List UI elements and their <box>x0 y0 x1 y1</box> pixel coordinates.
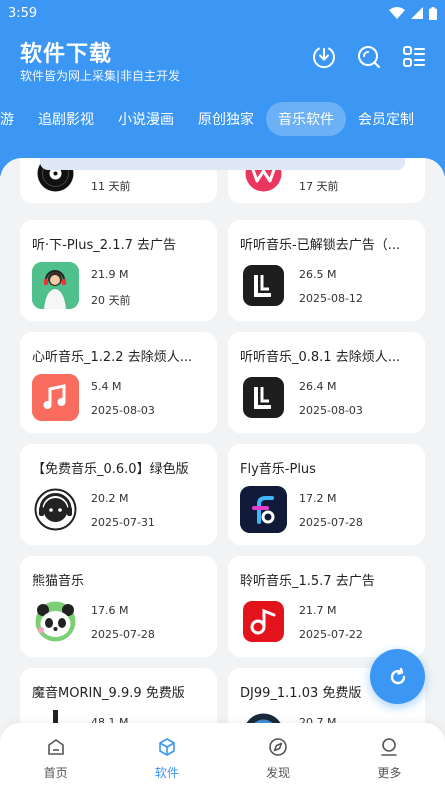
app-date: 2025-08-12 <box>299 292 363 305</box>
red-note-logo-icon <box>240 598 287 645</box>
status-bar: 3:59 <box>0 0 445 26</box>
battery-icon <box>429 6 437 20</box>
app-card[interactable]: 熊猫音乐 17.6 M 2025-07-28 <box>20 556 217 657</box>
app-name: 听听音乐_0.8.1 去除烦人... <box>240 350 401 365</box>
tab-novel-comic[interactable]: 小说漫画 <box>106 102 186 136</box>
app-header: 软件下载 软件皆为网上采集|非自主开发 游 追剧影视 小说漫画 原创独家 音乐软… <box>0 26 445 176</box>
nav-home[interactable]: 首页 <box>0 723 111 791</box>
refresh-button[interactable] <box>370 649 425 704</box>
app-name: 心听音乐_1.2.2 去除烦人... <box>32 350 193 365</box>
app-card[interactable]: 魔音MORIN_9.9.9 免费版 48.1 M <box>20 668 217 728</box>
page-subtitle: 软件皆为网上采集|非自主开发 <box>20 69 181 83</box>
app-card[interactable]: Fly音乐-Plus 17.2 M 2025-07-28 <box>228 444 425 545</box>
category-tabs: 游 追剧影视 小说漫画 原创独家 音乐软件 会员定制 <box>0 102 426 136</box>
app-date: 2025-07-28 <box>91 628 155 641</box>
app-size: 26.4 M <box>299 380 337 393</box>
nav-discover[interactable]: 发现 <box>223 723 334 791</box>
tab-original[interactable]: 原创独家 <box>186 102 266 136</box>
header-actions <box>311 44 427 70</box>
download-button[interactable] <box>311 44 337 70</box>
bottom-nav: 首页 软件 发现 更多 <box>0 723 445 791</box>
tab-vip[interactable]: 会员定制 <box>346 102 426 136</box>
app-date: 20 天前 <box>91 294 131 307</box>
app-size: 26.5 M <box>299 268 337 281</box>
cube-icon <box>159 738 175 756</box>
home-icon <box>47 739 64 755</box>
refresh-icon <box>390 667 405 684</box>
app-list-panel[interactable]: 11 天前 17 天前 听·下-Plus_2.1.7 去广告 21.9 M 20… <box>0 158 445 728</box>
compass-icon <box>269 738 287 756</box>
app-date: 2025-08-03 <box>91 404 155 417</box>
app-date: 2025-08-03 <box>299 404 363 417</box>
tab-music-software[interactable]: 音乐软件 <box>266 102 346 136</box>
person-icon <box>381 738 398 756</box>
music-note-icon <box>32 374 79 421</box>
app-size: 20.2 M <box>91 492 129 505</box>
app-name: 熊猫音乐 <box>32 574 85 589</box>
app-date: 2025-07-22 <box>299 628 363 641</box>
download-icon <box>313 47 335 69</box>
menu-button[interactable] <box>401 44 427 70</box>
search-icon <box>358 46 380 68</box>
nav-more[interactable]: 更多 <box>334 723 445 791</box>
app-date: 2025-07-28 <box>299 516 363 529</box>
app-card[interactable]: 听听音乐_0.8.1 去除烦人... 26.4 M 2025-08-03 <box>228 332 425 433</box>
status-icons <box>389 6 437 20</box>
black-l-logo-icon <box>240 262 287 309</box>
app-date: 17 天前 <box>299 180 339 193</box>
app-size: 21.7 M <box>299 604 337 617</box>
nav-software-label: 软件 <box>154 766 179 780</box>
app-size: 17.2 M <box>299 492 337 505</box>
app-name: 听听音乐-已解锁去广告（... <box>240 238 401 253</box>
search-button[interactable] <box>356 44 382 70</box>
app-name: 魔音MORIN_9.9.9 免费版 <box>32 686 185 701</box>
app-card[interactable]: 听听音乐-已解锁去广告（... 26.5 M 2025-08-12 <box>228 220 425 321</box>
nav-home-label: 首页 <box>43 766 68 780</box>
panda-icon <box>32 598 79 645</box>
girl-headphones-icon <box>32 262 79 309</box>
tab-games[interactable]: 游 <box>0 102 26 136</box>
black-l-logo-icon <box>240 374 287 421</box>
tab-drama[interactable]: 追剧影视 <box>26 102 106 136</box>
app-size: 21.9 M <box>91 268 129 281</box>
page-title: 软件下载 <box>20 42 113 67</box>
app-size: 17.6 M <box>91 604 129 617</box>
nav-software[interactable]: 软件 <box>111 723 222 791</box>
app-date: 2025-07-31 <box>91 516 155 529</box>
scroll-indicator <box>40 158 405 170</box>
nav-discover-label: 发现 <box>266 766 291 780</box>
app-card[interactable]: 听·下-Plus_2.1.7 去广告 21.9 M 20 天前 <box>20 220 217 321</box>
app-name: 【免费音乐_0.6.0】绿色版 <box>32 462 189 477</box>
app-date: 11 天前 <box>91 180 131 193</box>
app-card[interactable]: 心听音乐_1.2.2 去除烦人... 5.4 M 2025-08-03 <box>20 332 217 433</box>
app-card[interactable]: 【免费音乐_0.6.0】绿色版 20.2 M 2025-07-31 <box>20 444 217 545</box>
app-name: 聆听音乐_1.5.7 去广告 <box>240 574 375 589</box>
app-name: 听·下-Plus_2.1.7 去广告 <box>32 238 176 253</box>
app-card[interactable]: 聆听音乐_1.5.7 去广告 21.7 M 2025-07-22 <box>228 556 425 657</box>
category-list-icon <box>403 46 425 67</box>
wifi-icon <box>389 7 405 19</box>
app-name: Fly音乐-Plus <box>240 462 316 477</box>
app-size: 5.4 M <box>91 380 122 393</box>
headphone-face-icon <box>32 486 79 533</box>
fly-f-logo-icon <box>240 486 287 533</box>
nav-more-label: 更多 <box>377 766 402 780</box>
status-time: 3:59 <box>8 5 38 21</box>
signal-icon <box>411 7 423 19</box>
